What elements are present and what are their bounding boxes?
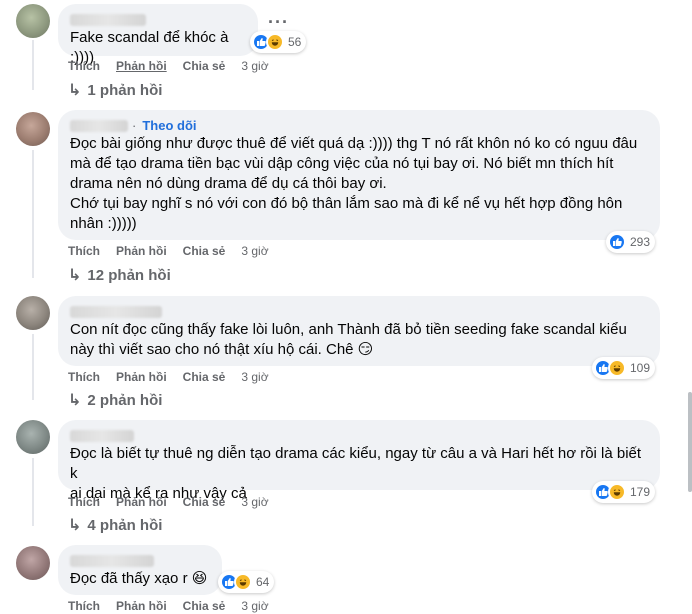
comment-actions: Thích Phản hồi Chia sẻ 3 giờ <box>68 494 269 510</box>
scrollbar[interactable] <box>688 392 692 492</box>
haha-reaction-icon <box>266 33 284 51</box>
like-button[interactable]: Thích <box>68 243 100 259</box>
author-name-redacted <box>70 305 162 318</box>
comment-actions: Thích Phản hồi Chia sẻ 3 giờ <box>68 243 269 259</box>
comment-bubble: · Theo dõi Đọc bài giống như được thuê đ… <box>58 110 660 240</box>
like-reaction-icon <box>608 233 626 251</box>
reaction-count: 179 <box>630 485 651 499</box>
like-button[interactable]: Thích <box>68 58 100 74</box>
like-button[interactable]: Thích <box>68 494 100 510</box>
share-button[interactable]: Chia sẻ <box>183 598 226 614</box>
view-replies-button[interactable]: ↳ 12 phản hồi <box>68 265 171 285</box>
reaction-summary[interactable]: 179 <box>592 481 656 503</box>
haha-reaction-icon <box>234 573 252 591</box>
reaction-count: 293 <box>630 235 651 249</box>
reaction-count: 56 <box>288 35 302 49</box>
reaction-summary[interactable]: 64 <box>218 571 275 593</box>
reply-button[interactable]: Phản hồi <box>116 598 167 614</box>
reply-button[interactable]: Phản hồi <box>116 369 167 385</box>
reply-arrow-icon: ↳ <box>68 392 82 409</box>
replies-count: 4 phản hồi <box>87 516 163 534</box>
comment-author[interactable] <box>70 11 246 28</box>
follow-button[interactable]: Theo dõi <box>142 117 196 134</box>
author-name-redacted <box>70 554 154 567</box>
share-button[interactable]: Chia sẻ <box>183 369 226 385</box>
replies-count: 2 phản hồi <box>87 391 163 409</box>
share-button[interactable]: Chia sẻ <box>183 494 226 510</box>
reaction-count: 109 <box>630 361 651 375</box>
comment-text: Đọc đã thấy xạo r 😆 <box>70 570 208 587</box>
comment-bubble: Đọc là biết tự thuê ng diễn tạo drama cá… <box>58 420 660 502</box>
comment-author[interactable] <box>70 427 648 444</box>
comment-text: Con nít đọc cũng thấy fake lòi luôn, anh… <box>70 321 627 358</box>
timestamp[interactable]: 3 giờ <box>241 58 268 74</box>
reply-arrow-icon: ↳ <box>68 517 82 534</box>
avatar[interactable] <box>16 296 50 330</box>
comment-text: Đọc bài giống như được thuê để viết quá … <box>70 135 638 232</box>
comment-bubble: Con nít đọc cũng thấy fake lòi luôn, anh… <box>58 296 660 366</box>
author-name-redacted <box>70 119 128 132</box>
avatar[interactable] <box>16 420 50 454</box>
comment-author[interactable]: · Theo dõi <box>70 117 648 134</box>
thread-line <box>32 40 34 90</box>
thread-line <box>32 150 34 278</box>
avatar[interactable] <box>16 546 50 580</box>
thread-line <box>32 334 34 400</box>
timestamp[interactable]: 3 giờ <box>241 369 268 385</box>
comment-actions: Thích Phản hồi Chia sẻ 3 giờ <box>68 58 269 74</box>
reaction-summary[interactable]: 109 <box>592 357 656 379</box>
like-button[interactable]: Thích <box>68 369 100 385</box>
timestamp[interactable]: 3 giờ <box>241 598 268 614</box>
comment-author[interactable] <box>70 303 648 320</box>
reply-button[interactable]: Phản hồi <box>116 243 167 259</box>
share-button[interactable]: Chia sẻ <box>183 243 226 259</box>
reply-button[interactable]: Phản hồi <box>116 58 167 74</box>
author-name-redacted <box>70 429 134 442</box>
author-name-redacted <box>70 13 146 26</box>
view-replies-button[interactable]: ↳ 2 phản hồi <box>68 390 162 410</box>
view-replies-button[interactable]: ↳ 4 phản hồi <box>68 515 162 535</box>
reaction-count: 64 <box>256 575 270 589</box>
comment-actions: Thích Phản hồi Chia sẻ 3 giờ <box>68 369 269 385</box>
thread-line <box>32 458 34 526</box>
reply-arrow-icon: ↳ <box>68 267 82 284</box>
comment-actions: Thích Phản hồi Chia sẻ 3 giờ <box>68 598 269 614</box>
like-button[interactable]: Thích <box>68 598 100 614</box>
view-replies-button[interactable]: ↳ 1 phản hồi <box>68 80 162 100</box>
timestamp[interactable]: 3 giờ <box>241 494 268 510</box>
avatar[interactable] <box>16 4 50 38</box>
comment-author[interactable] <box>70 552 210 569</box>
reply-arrow-icon: ↳ <box>68 82 82 99</box>
reaction-summary[interactable]: 56 <box>250 31 307 53</box>
reaction-summary[interactable]: 293 <box>606 231 656 253</box>
timestamp[interactable]: 3 giờ <box>241 243 268 259</box>
haha-reaction-icon <box>608 483 626 501</box>
comment-bubble: Đọc đã thấy xạo r 😆 <box>58 545 222 595</box>
replies-count: 1 phản hồi <box>87 81 163 99</box>
replies-count: 12 phản hồi <box>87 266 171 284</box>
avatar[interactable] <box>16 112 50 146</box>
share-button[interactable]: Chia sẻ <box>183 58 226 74</box>
more-horizontal-icon[interactable]: ··· <box>268 12 289 33</box>
haha-reaction-icon <box>608 359 626 377</box>
comment-bubble: Fake scandal để khóc à :)))) <box>58 4 258 66</box>
reply-button[interactable]: Phản hồi <box>116 494 167 510</box>
